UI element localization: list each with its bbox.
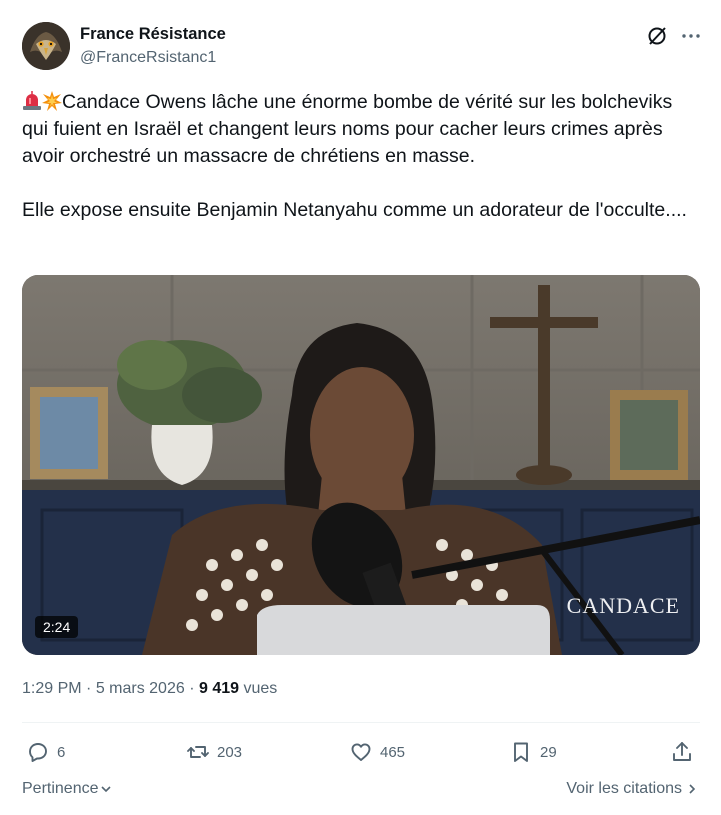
meta-separator: · [81,680,96,697]
author-handle[interactable]: @FranceRsistanc1 [80,49,216,67]
collision-icon [42,91,62,111]
heart-icon [351,743,371,761]
bookmark-count: 29 [540,743,557,761]
sort-label: Pertinence [22,780,99,797]
divider [22,722,700,723]
repost-count: 203 [217,743,243,761]
repost-icon [187,746,209,758]
share-icon [673,742,691,761]
avatar[interactable] [22,22,70,70]
author-name[interactable]: France Résistance [80,25,226,44]
views-label: vues [239,680,278,697]
chevron-down-icon [100,786,111,793]
views-count: 9 419 [198,680,240,697]
view-quotes-link[interactable]: Voir les citations [566,780,699,798]
repost-button[interactable]: 203 [186,738,242,766]
like-button[interactable]: 465 [349,738,405,766]
tweet-text: Candace Owens lâche une énorme bombe de … [22,89,702,224]
tweet-paragraph-2: Elle expose ensuite Benjamin Netanyahu c… [22,199,687,221]
sort-replies-dropdown[interactable]: Pertinence [22,780,113,798]
grok-icon[interactable] [645,24,669,48]
bookmark-icon [514,742,528,762]
tweet-paragraph-1: Candace Owens lâche une énorme bombe de … [22,91,673,167]
chevron-right-icon [689,784,696,794]
rotating-light-icon [23,91,41,110]
tweet-date[interactable]: 5 mars 2026 [96,680,185,697]
bookmark-button[interactable]: 29 [509,738,557,766]
tweet-meta: 1:29 PM · 5 mars 2026 · 9 419 vues [22,680,277,698]
reply-count: 6 [57,743,66,761]
view-quotes-label: Voir les citations [566,780,682,797]
reply-icon [29,743,47,762]
video-watermark: CANDACE [566,593,680,618]
tweet-time[interactable]: 1:29 PM [22,680,82,697]
reply-button[interactable]: 6 [26,738,65,766]
tweet-paragraph: Candace Owens lâche une énorme bombe de … [22,89,702,170]
eagle-avatar-image [22,22,70,70]
more-options-icon[interactable] [679,24,703,48]
video-duration-badge: 2:24 [35,616,79,638]
share-button[interactable] [670,738,701,766]
like-count: 465 [380,743,406,761]
video-player[interactable]: CANDACE 2:24 [22,275,700,655]
meta-separator: · [184,680,199,697]
